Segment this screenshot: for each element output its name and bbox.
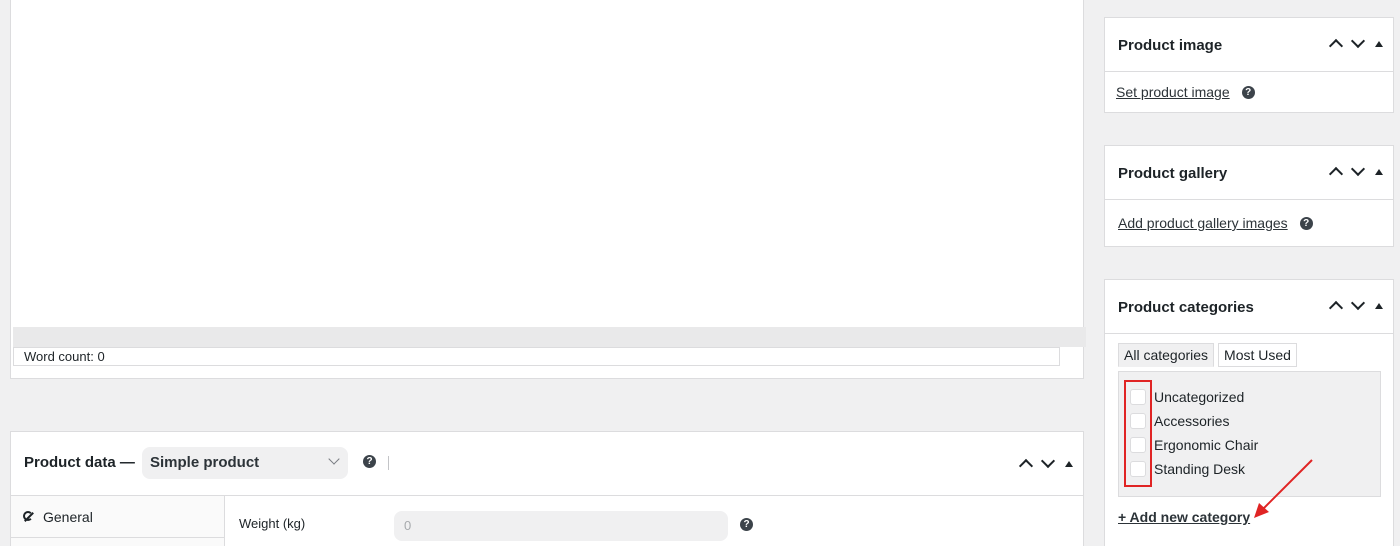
help-icon[interactable]: ?: [1299, 216, 1313, 230]
move-up-icon[interactable]: [1328, 300, 1344, 316]
chevron-down-icon: [328, 453, 340, 465]
set-product-image-link[interactable]: Set product image: [1116, 84, 1230, 100]
help-icon[interactable]: ?: [740, 518, 753, 531]
word-count: Word count: 0: [13, 347, 1060, 366]
product-image-title: Product image: [1118, 37, 1223, 54]
collapse-toggle-icon[interactable]: [1375, 302, 1383, 309]
product-categories-title: Product categories: [1118, 299, 1254, 316]
wrench-icon: [23, 510, 35, 523]
product-gallery-title: Product gallery: [1118, 165, 1228, 182]
product-data-box: Product data — Simple product ? General …: [10, 431, 1084, 546]
box-controls: [1328, 295, 1383, 316]
tab-general[interactable]: General: [11, 496, 224, 538]
weight-label: Weight (kg): [239, 516, 306, 531]
product-gallery-box: Product gallery Add product gallery imag…: [1104, 145, 1394, 247]
checkbox-highlight-box: [1124, 380, 1152, 487]
category-tabs: All categories Most Used: [1118, 343, 1297, 367]
content-editor-area[interactable]: [11, 0, 1083, 324]
help-icon[interactable]: ?: [363, 455, 376, 468]
move-down-icon[interactable]: [1040, 453, 1056, 469]
box-controls: [1018, 453, 1073, 474]
product-data-title: Product data —: [24, 454, 135, 471]
move-up-icon[interactable]: [1328, 38, 1344, 54]
collapse-toggle-icon[interactable]: [1375, 168, 1383, 175]
help-icon[interactable]: ?: [1241, 85, 1255, 99]
category-label: Uncategorized: [1154, 389, 1245, 405]
move-down-icon[interactable]: [1350, 33, 1366, 49]
box-controls: [1328, 161, 1383, 182]
product-categories-header: Product categories: [1105, 280, 1393, 334]
category-label: Standing Desk: [1154, 461, 1246, 477]
content-editor-box: [10, 0, 1084, 379]
product-gallery-header: Product gallery: [1105, 146, 1393, 200]
annotation-arrow-icon: [1254, 459, 1313, 518]
move-up-icon[interactable]: [1018, 458, 1034, 474]
collapse-toggle-icon[interactable]: [1375, 40, 1383, 47]
product-image-header: Product image: [1105, 18, 1393, 72]
add-new-category-link[interactable]: + Add new category: [1118, 509, 1250, 525]
move-up-icon[interactable]: [1328, 166, 1344, 182]
tab-all-categories[interactable]: All categories: [1118, 343, 1215, 367]
tab-most-used[interactable]: Most Used: [1218, 343, 1297, 367]
category-label: Accessories: [1154, 413, 1230, 429]
weight-input[interactable]: 0: [394, 511, 728, 541]
move-down-icon[interactable]: [1350, 161, 1366, 177]
editor-resize-bar[interactable]: [13, 327, 1086, 347]
add-gallery-images-link[interactable]: Add product gallery images: [1118, 215, 1288, 231]
product-type-value: Simple product: [150, 454, 260, 471]
tab-general-label: General: [43, 508, 93, 525]
divider: [388, 456, 389, 470]
collapse-toggle-icon[interactable]: [1065, 460, 1073, 467]
product-type-select[interactable]: Simple product: [142, 447, 348, 479]
box-controls: [1328, 33, 1383, 54]
product-data-header: Product data — Simple product ?: [11, 432, 1083, 496]
move-down-icon[interactable]: [1350, 295, 1366, 311]
product-data-tabs: General: [11, 496, 225, 546]
product-image-box: Product image Set product image ?: [1104, 17, 1394, 113]
